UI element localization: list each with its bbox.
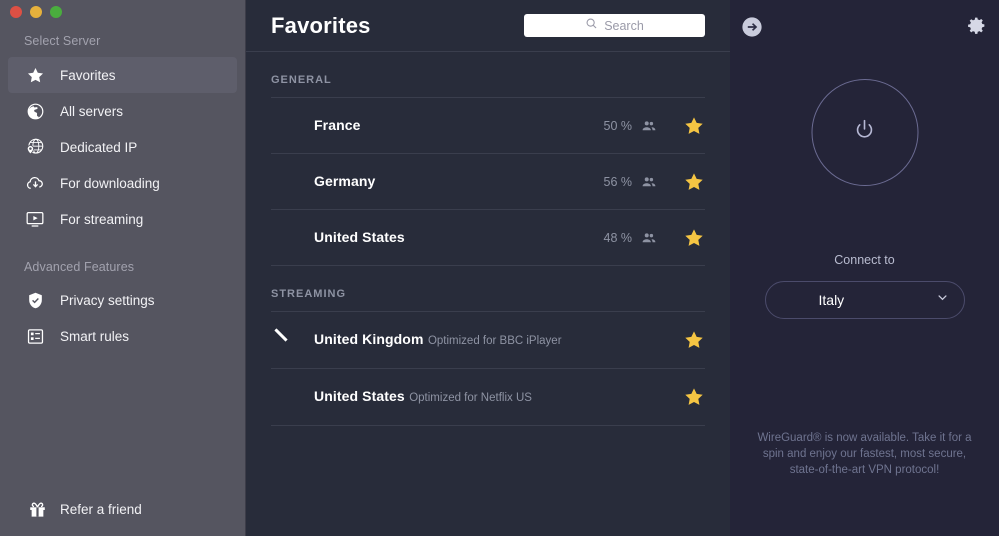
favorite-star-icon[interactable] [683,329,705,351]
flag-icon [271,111,301,141]
favorite-star-icon[interactable] [683,386,705,408]
refer-a-friend-button[interactable]: Refer a friend [0,492,142,526]
sidebar-item-for-streaming[interactable]: For streaming [8,201,237,237]
flag-icon [271,223,301,253]
flag-icon [271,167,301,197]
app-window: Select Server Favorites All servers Dedi… [0,0,999,536]
server-load: 48 % [603,230,633,245]
globe-icon [24,100,46,122]
connection-panel: Connect to Italy WireGuard® is now avail… [730,0,999,536]
search-input[interactable]: Search [524,14,705,37]
wireguard-promo-note: WireGuard® is now available. Take it for… [757,432,972,476]
sidebar-item-label: Favorites [60,67,116,83]
zoom-button[interactable] [50,6,62,18]
server-name: United Kingdom [314,331,424,347]
sidebar-item-favorites[interactable]: Favorites [8,57,237,93]
right-panel-toolbar [730,16,999,40]
users-icon [641,174,657,190]
server-load: 56 % [603,174,633,189]
favorite-star-icon[interactable] [683,115,705,137]
sidebar-section-select-server: Select Server [24,34,101,48]
connect-to-label: Connect to [834,253,895,267]
table-row[interactable]: France 50 % [271,98,705,154]
group-label-streaming: STREAMING [271,288,346,300]
close-button[interactable] [10,6,22,18]
users-icon [641,118,657,134]
favorite-star-icon[interactable] [683,227,705,249]
minimize-button[interactable] [30,6,42,18]
server-subtitle: Optimized for Netflix US [409,392,532,404]
sidebar-item-all-servers[interactable]: All servers [8,93,237,129]
server-name: United States [314,388,405,404]
sidebar-item-label: Dedicated IP [60,139,138,155]
globe-pin-icon [24,136,46,158]
gear-icon[interactable] [966,15,987,41]
favorite-star-icon[interactable] [683,171,705,193]
cloud-download-icon [24,172,46,194]
sidebar-nav-primary: Favorites All servers Dedicated IP For d… [0,57,245,237]
server-name: Germany [314,172,376,189]
monitor-play-icon [24,208,46,230]
list-card-icon [24,325,46,347]
server-list-general: France 50 % Germany 56 % United States 4… [271,97,705,266]
sidebar-nav-advanced: Privacy settings Smart rules [0,282,245,354]
search-placeholder: Search [604,18,644,33]
sidebar-item-privacy-settings[interactable]: Privacy settings [8,282,237,318]
table-row[interactable]: United States Optimized for Netflix US [271,369,705,426]
search-icon [585,17,598,35]
flag-icon [782,290,803,311]
main-header: Favorites Search [246,0,730,52]
star-icon [24,64,46,86]
group-label-general: GENERAL [271,74,332,86]
sidebar: Select Server Favorites All servers Dedi… [0,0,246,536]
sidebar-item-smart-rules[interactable]: Smart rules [8,318,237,354]
server-load: 50 % [603,118,633,133]
shield-check-icon [24,289,46,311]
table-row[interactable]: Germany 56 % [271,154,705,210]
chevron-down-icon [935,290,950,310]
table-row[interactable]: United States 48 % [271,210,705,266]
selected-country-label: Italy [818,292,845,308]
sidebar-section-advanced-features: Advanced Features [24,260,135,274]
server-list-streaming: United Kingdom Optimized for BBC iPlayer… [271,311,705,426]
flag-icon [271,382,301,412]
refer-a-friend-label: Refer a friend [60,501,142,517]
server-name: France [314,116,361,133]
users-icon [641,230,657,246]
sidebar-item-dedicated-ip[interactable]: Dedicated IP [8,129,237,165]
sidebar-item-label: All servers [60,103,124,119]
sidebar-item-label: For streaming [60,211,144,227]
gift-icon [26,498,48,520]
page-title: Favorites [271,12,371,38]
sidebar-item-label: Privacy settings [60,292,155,308]
sidebar-item-label: For downloading [60,175,160,191]
collapse-panel-button[interactable] [741,16,763,43]
table-row[interactable]: United Kingdom Optimized for BBC iPlayer [271,312,705,369]
main-panel: Favorites Search GENERAL France 50 % Ger… [246,0,730,536]
power-icon [852,117,878,148]
flag-icon [271,325,301,355]
sidebar-item-for-downloading[interactable]: For downloading [8,165,237,201]
server-subtitle: Optimized for BBC iPlayer [427,335,562,347]
country-dropdown[interactable]: Italy [764,281,965,319]
power-button[interactable] [811,79,918,186]
sidebar-item-label: Smart rules [60,328,130,344]
window-traffic-lights [10,6,62,18]
server-name: United States [314,228,405,245]
